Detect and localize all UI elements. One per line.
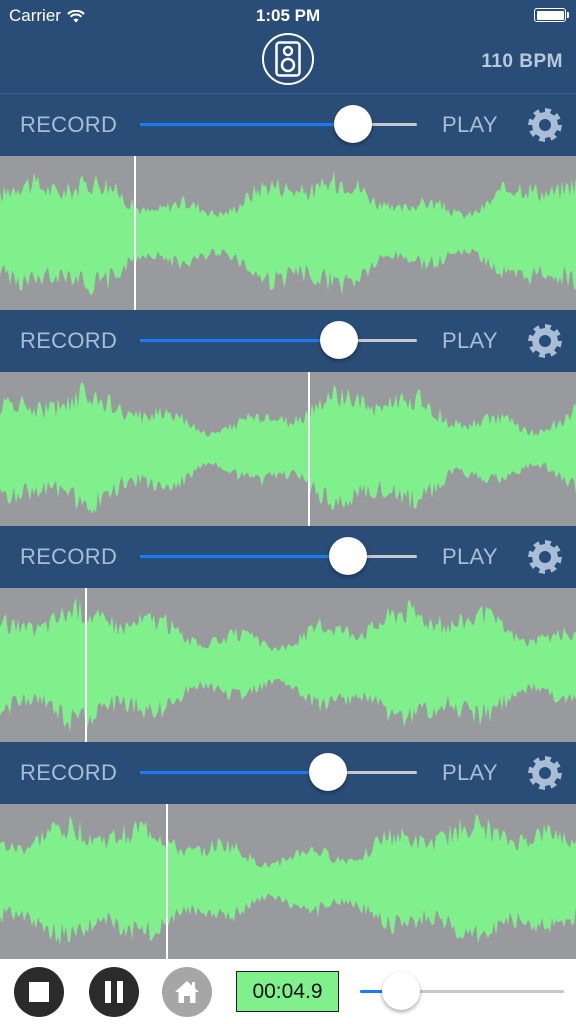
mix-slider-fill [140,555,348,558]
mix-slider[interactable] [140,105,417,143]
bpm-label[interactable]: 110 BPM [481,51,563,73]
waveform [0,381,576,515]
track-2-waveform[interactable] [0,372,576,527]
gear-icon[interactable] [526,538,564,576]
mix-slider-fill [140,771,329,774]
speaker-icon [275,41,301,77]
track-4-waveform[interactable] [0,804,576,959]
play-label[interactable]: PLAY [442,328,498,354]
track-3-waveform[interactable] [0,588,576,743]
record-label[interactable]: RECORD [20,544,117,570]
track-2-controls: RECORD PLAY [0,310,576,372]
mix-slider-thumb[interactable] [328,537,367,575]
stop-button[interactable] [14,967,64,1017]
pause-button[interactable] [89,967,139,1017]
mix-slider[interactable] [140,753,417,791]
play-label[interactable]: PLAY [442,112,498,138]
playhead[interactable] [133,156,136,311]
gear-icon[interactable] [526,106,564,144]
home-button[interactable] [162,967,212,1017]
track-4-controls: RECORD PLAY [0,742,576,804]
mix-slider[interactable] [140,321,417,359]
waveform [0,171,576,295]
play-label[interactable]: PLAY [442,760,498,786]
waveform [0,813,576,945]
pause-icon [105,981,123,1003]
record-label[interactable]: RECORD [20,760,117,786]
mix-slider-thumb[interactable] [309,753,348,791]
playhead[interactable] [84,588,87,743]
stop-icon [29,982,49,1002]
mix-slider-thumb[interactable] [320,321,359,359]
track-3-controls: RECORD PLAY [0,526,576,588]
status-bar: Carrier 1:05 PM [0,0,576,32]
track-1-waveform[interactable] [0,156,576,311]
record-label[interactable]: RECORD [20,112,117,138]
mix-slider-thumb[interactable] [334,105,373,143]
home-icon [175,981,199,1003]
speaker-button[interactable] [262,33,314,85]
record-label[interactable]: RECORD [20,328,117,354]
master-position-slider[interactable] [360,972,564,1010]
gear-icon[interactable] [526,322,564,360]
master-slider-thumb[interactable] [381,972,420,1010]
battery-icon [534,8,569,22]
app-header: Carrier 1:05 PM 110 BPM [0,0,576,94]
play-label[interactable]: PLAY [442,544,498,570]
track-1-controls: RECORD PLAY [0,94,576,156]
elapsed-timer: 00:04.9 [236,971,339,1012]
playhead[interactable] [308,372,311,527]
playhead[interactable] [165,804,168,959]
mix-slider-fill [140,339,340,342]
gear-icon[interactable] [526,754,564,792]
mix-slider[interactable] [140,537,417,575]
transport-bar: 00:04.9 [0,960,576,1024]
status-time: 1:05 PM [255,6,321,25]
mix-slider-fill [140,123,354,126]
